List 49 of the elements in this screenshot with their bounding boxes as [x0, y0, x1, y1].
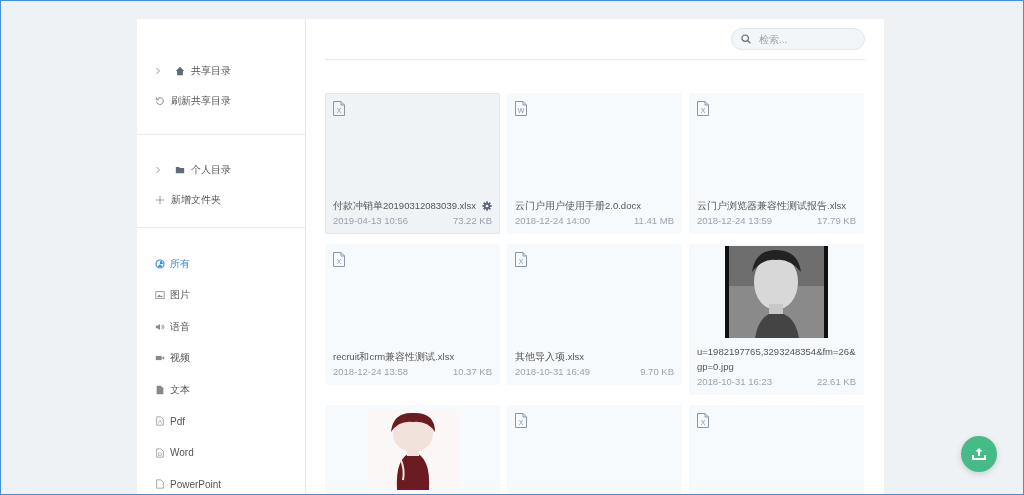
word-file-icon [155, 447, 165, 458]
file-name: u=1982197765,3293248354&fm=26&gp=0.jpg [697, 345, 856, 374]
file-card[interactable]: u=1982197765,3293248354&fm=26&gp=0.jpg 2018-10-31 16:23 22.61 KB [689, 244, 864, 395]
sidebar-item[interactable]: 图片 [151, 279, 291, 311]
slide-file-icon [155, 479, 165, 490]
sidebar-item[interactable]: 刷新共享目录 [151, 86, 291, 116]
file-name: 其他导入项.xlsx [515, 350, 585, 364]
file-name: 云门户用户使用手册2.0.docx [515, 199, 642, 213]
sidebar-item[interactable]: 语音 [151, 311, 291, 343]
folder-icon [175, 165, 185, 175]
upload-icon [971, 447, 987, 461]
settings-icon[interactable] [482, 200, 492, 211]
sidebar-item[interactable]: 所有 [151, 248, 291, 280]
sidebar-item[interactable]: 个人目录 [151, 155, 291, 185]
search-icon [741, 34, 751, 44]
file-size: 11.41 MB [634, 214, 674, 228]
search-field[interactable]: 检索... [731, 28, 865, 50]
file-size: 73.22 KB [452, 214, 492, 228]
sidebar-item[interactable]: 视频 [151, 342, 291, 374]
sidebar-item[interactable]: Word [151, 437, 291, 469]
sidebar-item[interactable]: 文本 [151, 374, 291, 406]
file-size: 22.61 KB [816, 375, 856, 389]
file-size: 17.79 KB [816, 214, 856, 228]
file-date: 2019-04-13 10:56 [333, 214, 408, 228]
chevron-right-icon[interactable] [155, 166, 161, 174]
plus-icon [155, 195, 165, 205]
upload-button[interactable] [961, 436, 997, 472]
sidebar-item[interactable]: 共享目录 [151, 56, 291, 86]
file-date: 2018-10-31 16:23 [697, 375, 772, 389]
speaker-icon [155, 321, 165, 332]
image-icon [155, 290, 165, 301]
pdf-file-icon [155, 416, 165, 427]
file-size: 10.37 KB [452, 365, 492, 379]
file-date: 2018-12-24 13:58 [333, 365, 408, 379]
file-date: 2018-10-31 16:49 [515, 365, 590, 379]
chevron-right-icon[interactable] [155, 67, 161, 75]
file-size: 9.70 KB [640, 365, 674, 379]
pie-icon [155, 258, 165, 269]
sidebar-item[interactable]: PowerPoint [151, 468, 291, 494]
document-icon [155, 384, 165, 395]
home-icon [175, 66, 185, 76]
file-date: 2018-12-24 14:00 [515, 214, 590, 228]
file-date: 2018-12-24 13:59 [697, 214, 772, 228]
sidebar-item[interactable]: 新增文件夹 [151, 185, 291, 215]
sidebar-item[interactable]: Pdf [151, 405, 291, 437]
file-name: 云门户浏览器兼容性测试报告.xlsx [697, 199, 847, 213]
file-name: recruit和crm兼容性测试.xlsx [333, 350, 456, 364]
refresh-icon [155, 96, 165, 106]
file-name: 付款冲销单20190312083039.xlsx [333, 199, 477, 213]
